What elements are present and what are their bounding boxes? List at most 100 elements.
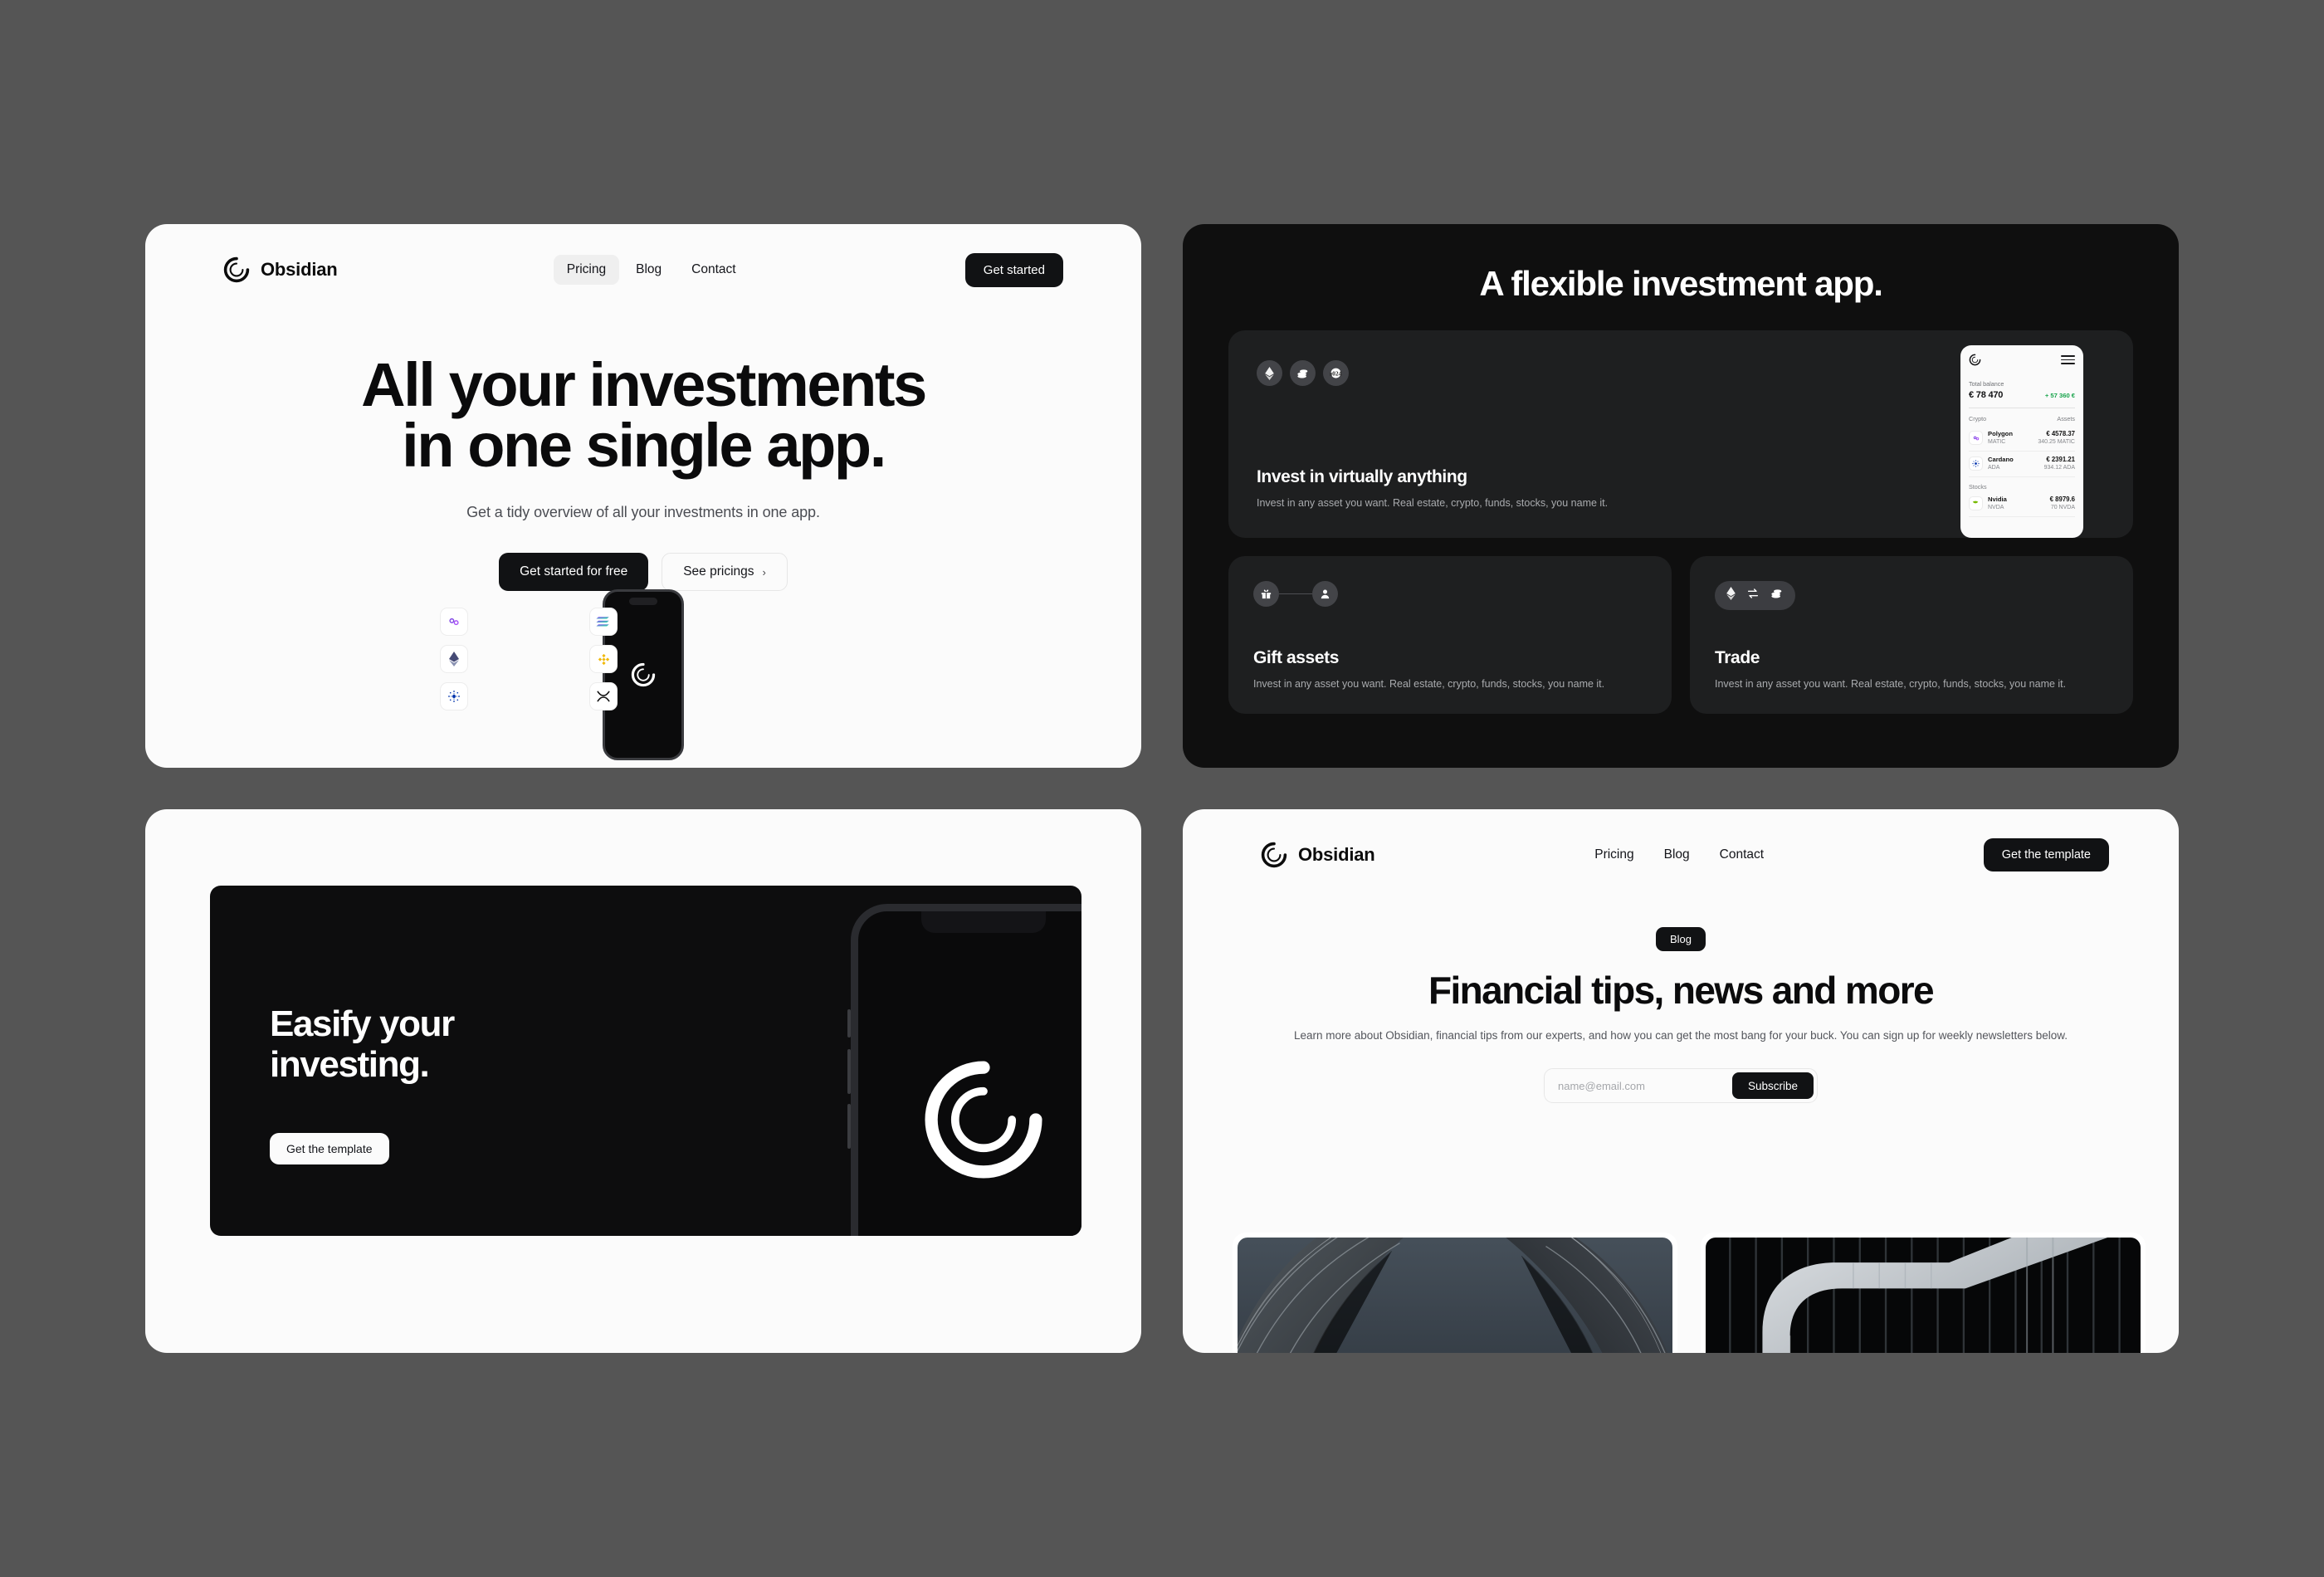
column-crypto: Crypto	[1969, 414, 1987, 422]
brand-name: Obsidian	[261, 259, 338, 280]
list-item[interactable]	[1701, 1233, 2146, 1353]
blog-content: Blog Financial tips, news and more Learn…	[1183, 901, 2179, 1104]
brand-logo[interactable]: Obsidian	[1261, 842, 1375, 868]
dark-staircase-architecture-photo	[1706, 1238, 2141, 1353]
cardano-icon	[440, 682, 468, 710]
table-row[interactable]: Nvidia NVDA € 8979.6 70 NVDA	[1969, 491, 2075, 517]
easify-banner: Easify your investing. Get the template	[210, 886, 1081, 1236]
page-title: All your investments in one single app.	[145, 354, 1141, 476]
nvidia-icon	[1969, 496, 1983, 511]
bitcoin-icon: \u0243	[1323, 360, 1349, 386]
nav-link-blog[interactable]: Blog	[1651, 840, 1703, 870]
see-pricings-label: See pricings	[683, 564, 754, 579]
trade-heading: Trade	[1715, 647, 1760, 667]
status-badge: Blog	[1655, 927, 1706, 951]
nav-link-pricing[interactable]: Pricing	[1581, 840, 1647, 870]
hero-phone-illustration	[145, 589, 1141, 768]
polygon-icon	[1969, 431, 1983, 446]
app-preview-phone: Total balance € 78 470 + 57 360 € Crypto…	[1960, 345, 2083, 538]
list-item[interactable]	[1233, 1233, 1677, 1353]
curved-concrete-architecture-photo	[1238, 1238, 1672, 1353]
asset-table-header: Crypto Assets	[1969, 415, 2075, 422]
swap-arrows-icon	[1746, 587, 1760, 604]
blog-post-thumbnails	[1233, 1233, 2146, 1353]
gift-assets-panel: Gift assets Invest in any asset you want…	[1228, 556, 1672, 714]
person-icon	[1312, 581, 1338, 607]
obsidian-ring-logo-icon	[1261, 842, 1287, 868]
obsidian-ring-logo-icon	[925, 1061, 1042, 1179]
solana-icon	[589, 608, 618, 636]
stocks-section-label: Stocks	[1969, 482, 1987, 491]
total-balance-row: € 78 470 + 57 360 €	[1969, 390, 2075, 400]
invest-heading: Invest in virtually anything	[1257, 466, 1467, 486]
trade-panel-text: Trade Invest in any asset you want. Real…	[1715, 648, 2066, 692]
hero-title-line-1: All your investments	[361, 350, 927, 419]
brand-name: Obsidian	[1298, 844, 1375, 865]
total-balance-value: € 78 470	[1969, 389, 2004, 400]
get-started-button[interactable]: Get started	[964, 252, 1063, 287]
asset-ticker: NVDA	[1988, 505, 2004, 511]
easify-title-line-2: investing.	[270, 1044, 430, 1086]
ethereum-icon	[1257, 360, 1282, 386]
subscribe-button[interactable]: Subscribe	[1731, 1072, 1814, 1100]
page-title: Financial tips, news and more	[1428, 969, 1935, 1012]
blog-navbar: Obsidian Pricing Blog Contact Get the te…	[1183, 809, 2179, 901]
nav-link-blog[interactable]: Blog	[622, 255, 675, 285]
nav-link-contact[interactable]: Contact	[1706, 840, 1777, 870]
gift-icon	[1253, 581, 1279, 607]
asset-name: Nvidia	[1988, 495, 2007, 503]
get-the-template-button[interactable]: Get the template	[270, 1133, 389, 1164]
features-title: A flexible investment app.	[1479, 264, 1883, 303]
ethereum-icon	[440, 645, 468, 673]
invest-panel-text: Invest in virtually anything Invest in a…	[1257, 467, 1608, 511]
hero-navbar: Obsidian Pricing Blog Contact Get starte…	[145, 224, 1141, 315]
nav-link-pricing[interactable]: Pricing	[553, 255, 620, 285]
trade-icon-row	[1715, 581, 1795, 610]
svg-text:\u0243: \u0243	[1330, 369, 1342, 377]
newsletter-subscribe-form: Subscribe	[1544, 1068, 1818, 1104]
gift-body: Invest in any asset you want. Real estat…	[1253, 677, 1605, 690]
get-the-template-button[interactable]: Get the template	[1983, 838, 2109, 872]
screenshot-board: Obsidian Pricing Blog Contact Get starte…	[0, 0, 2324, 1577]
binance-icon	[589, 645, 618, 673]
email-field[interactable]	[1548, 1079, 1729, 1092]
coins-stack-icon	[1290, 360, 1316, 386]
see-pricings-button[interactable]: See pricings ›	[662, 553, 788, 592]
phone-side-button	[847, 1104, 851, 1149]
features-card: A flexible investment app. \u0243 Invest…	[1183, 224, 2179, 768]
ripple-icon	[589, 682, 618, 710]
gift-icon-row	[1253, 581, 1647, 607]
app-preview-header	[1969, 353, 2075, 367]
phone-volume-up-button	[847, 1009, 851, 1038]
easify-title-line-1: Easify your	[270, 1003, 455, 1044]
features-bottom-row: Gift assets Invest in any asset you want…	[1228, 556, 2133, 714]
easify-card: Easify your investing. Get the template	[145, 809, 1141, 1353]
asset-amount: 340.25 MATIC	[2038, 439, 2075, 446]
table-row[interactable]: Polygon MATIC € 4578.37 340.25 MATIC	[1969, 426, 2075, 452]
crypto-tiles-left	[440, 608, 468, 710]
hero-title-line-2: in one single app.	[402, 410, 886, 480]
table-row[interactable]: Cardano ADA € 2391.21 934.12 ADA	[1969, 452, 2075, 477]
trade-body: Invest in any asset you want. Real estat…	[1715, 677, 2067, 690]
nav-link-contact[interactable]: Contact	[678, 255, 749, 285]
hero-content: All your investments in one single app. …	[145, 315, 1141, 592]
gift-panel-text: Gift assets Invest in any asset you want…	[1253, 648, 1604, 692]
brand-logo[interactable]: Obsidian	[223, 256, 338, 283]
obsidian-ring-logo-icon	[223, 256, 250, 283]
asset-ticker: MATIC	[1988, 439, 2006, 446]
hamburger-menu-icon[interactable]	[2061, 353, 2075, 367]
asset-name: Polygon	[1988, 429, 2013, 437]
blog-card: Obsidian Pricing Blog Contact Get the te…	[1183, 809, 2179, 1353]
asset-value: € 2391.21	[2046, 455, 2075, 463]
cardano-icon	[1969, 456, 1983, 471]
hero-subtitle: Get a tidy overview of all your investme…	[466, 504, 820, 521]
chevron-right-icon: ›	[762, 565, 766, 579]
phone-volume-down-button	[847, 1049, 851, 1094]
blog-nav-links: Pricing Blog Contact	[1581, 840, 1777, 870]
invest-panel: \u0243 Invest in virtually anything Inve…	[1228, 330, 2133, 538]
asset-value: € 4578.37	[2046, 429, 2075, 437]
easify-phone-device	[847, 904, 1081, 1236]
invest-body: Invest in any asset you want. Real estat…	[1257, 496, 1609, 509]
get-started-free-button[interactable]: Get started for free	[499, 553, 649, 592]
polygon-icon	[440, 608, 468, 636]
